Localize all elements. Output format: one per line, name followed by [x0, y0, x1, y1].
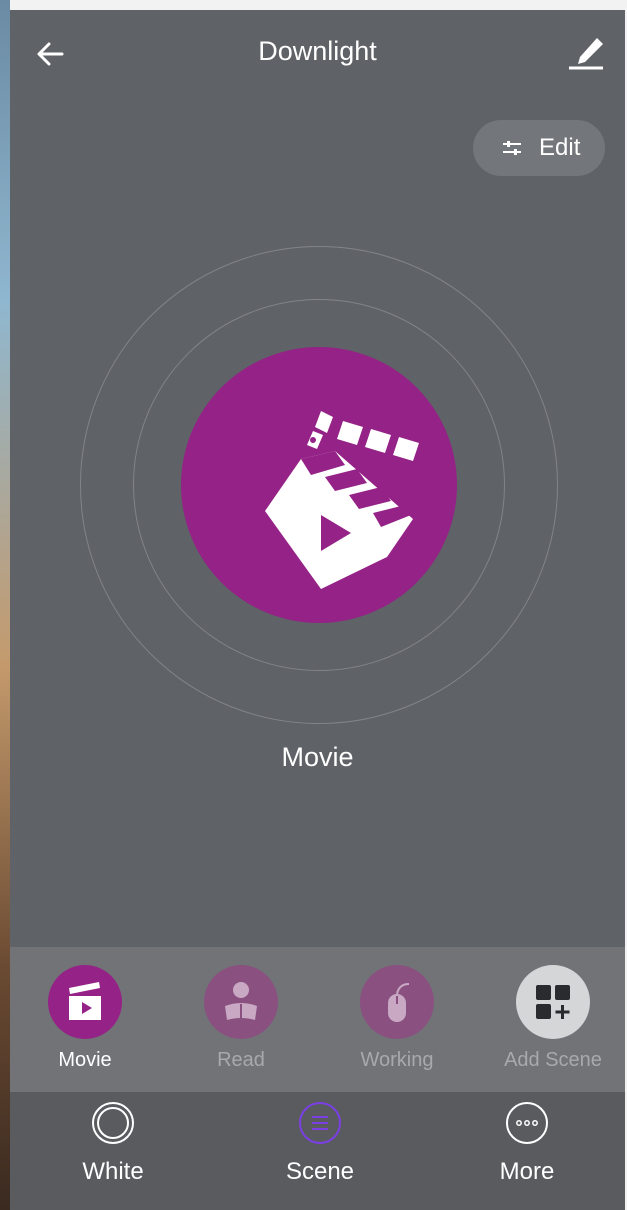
current-scene-button[interactable] [181, 347, 457, 623]
scene-label-working: Working [360, 1049, 434, 1071]
reading-person-icon [225, 982, 257, 1020]
nav-label-white: White [82, 1158, 144, 1185]
clapperboard-icon [69, 982, 101, 1020]
scene-item-working[interactable]: Working [337, 965, 457, 1085]
scene-item-movie[interactable]: Movie [25, 965, 145, 1085]
pencil-icon [569, 38, 603, 70]
scene-label-read: Read [217, 1049, 265, 1071]
menu-circle-icon [299, 1102, 341, 1144]
nav-label-scene: Scene [285, 1158, 355, 1185]
app-screen: Downlight Edit Movie Movie Read Working … [10, 10, 625, 1210]
bottom-nav: White Scene More [10, 1092, 625, 1210]
current-scene-label: Movie [281, 742, 354, 772]
top-border [10, 0, 627, 10]
scene-label-add-scene: Add Scene [504, 1049, 602, 1071]
scene-bubble-working [360, 965, 434, 1039]
scene-bubble-add-scene [516, 965, 590, 1039]
scene-label-movie: Movie [58, 1049, 112, 1071]
background-strip [0, 0, 10, 1210]
nav-tab-scene[interactable]: Scene [250, 1092, 390, 1210]
scene-bubble-movie [48, 965, 122, 1039]
mouse-icon [388, 983, 410, 1022]
scene-item-read[interactable]: Read [181, 965, 301, 1085]
scene-bubble-read [204, 965, 278, 1039]
rename-button[interactable] [563, 32, 607, 76]
header: Downlight [10, 10, 625, 94]
page-title: Downlight [258, 36, 377, 66]
edit-button-label: Edit [539, 134, 581, 161]
nav-tab-more[interactable]: More [457, 1092, 597, 1210]
scene-item-add-scene[interactable]: Add Scene [493, 965, 613, 1085]
sliders-icon [503, 141, 521, 155]
nav-label-more: More [499, 1158, 555, 1185]
clapperboard-icon [265, 411, 419, 589]
more-dots-icon [506, 1102, 548, 1144]
edit-button[interactable]: Edit [473, 120, 605, 176]
scene-selector-bar: Movie Read Working Add Scene [10, 947, 625, 1092]
ring-icon [92, 1102, 134, 1144]
nav-tab-white[interactable]: White [43, 1092, 183, 1210]
add-grid-icon [536, 985, 570, 1019]
